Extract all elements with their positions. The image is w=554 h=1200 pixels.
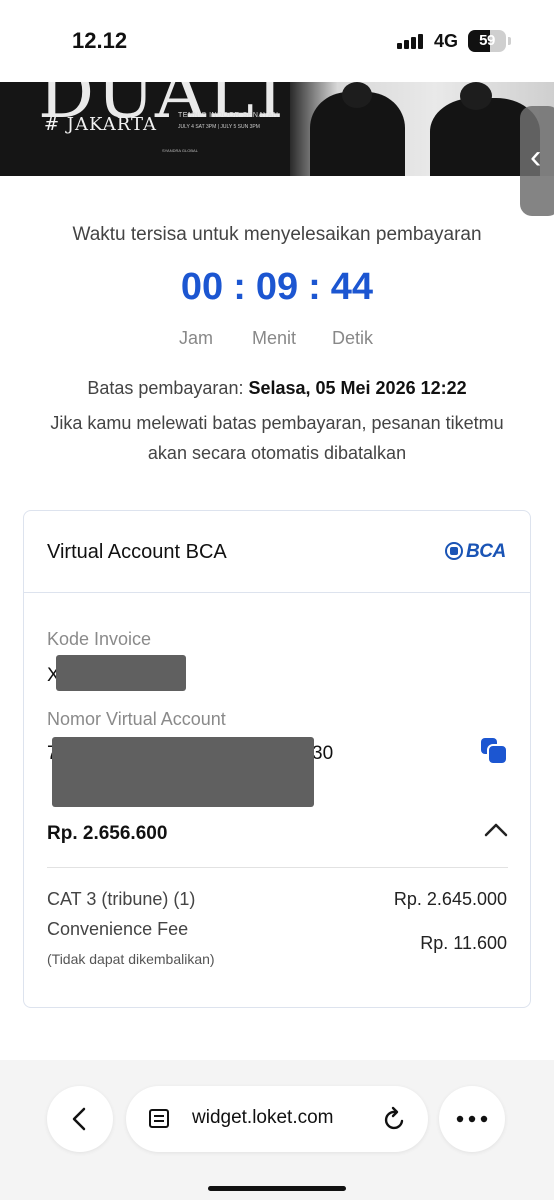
address-bar[interactable]: widget.loket.com [126,1086,428,1152]
home-indicator [208,1186,346,1191]
bca-logo-mark [445,542,463,560]
va-value-end: 30 [312,743,334,764]
countdown-separator: : [308,266,321,308]
chevron-left-icon: ‹ [530,138,542,176]
countdown-separator: : [233,266,246,308]
battery-icon: 59 [468,30,506,52]
fee-label: Convenience Fee [47,919,189,939]
deadline-prefix: Batas pembayaran: [87,378,249,398]
unit-minutes: Menit [252,328,297,348]
non-refundable-note: (Tidak dapat dikembalikan) [47,951,215,967]
banner-dates: JULY 4 SAT 3PM | JULY 5 SUN 3PM [178,124,260,130]
deadline-value: Selasa, 05 Mei 2026 12:22 [248,378,467,398]
banner-venue: TENNIS INDOOR SENAYAN [178,112,279,119]
status-bar: 12.12 4G 59 [0,0,554,82]
redacted-va-number [52,737,314,807]
banner-city: # JAKARTA [44,114,157,135]
va-label: Nomor Virtual Account [47,709,226,729]
payment-card-header: Virtual Account BCA BCA [24,511,530,593]
item-label: CAT 3 (tribune) (1) [47,889,196,909]
signal-icon [397,33,427,49]
fee-amount: Rp. 11.600 [420,933,507,953]
countdown-timer: 00:09:44 [0,266,554,309]
battery-level: 59 [479,32,495,49]
redacted-invoice [56,655,186,691]
battery-tip [508,37,511,45]
payment-card: Virtual Account BCA BCA Kode Invoice X N… [23,510,531,1008]
network-type: 4G [434,31,459,51]
countdown-seconds: 44 [330,266,374,308]
more-options-button[interactable] [439,1086,505,1152]
payment-deadline: Batas pembayaran: Selasa, 05 Mei 2026 12… [0,378,554,399]
back-button[interactable] [47,1086,113,1152]
item-amount: Rp. 2.645.000 [393,889,507,909]
banner-photo [290,82,554,176]
cancellation-warning: Jika kamu melewati batas pembayaran, pes… [50,413,504,463]
unit-hours: Jam [179,328,214,348]
reader-icon[interactable] [148,1108,172,1130]
bca-logo-text: BCA [466,541,506,562]
payment-method-title: Virtual Account BCA [47,541,227,563]
copy-icon[interactable] [480,737,508,765]
status-time: 12.12 [72,28,128,53]
chevron-left-icon [72,1107,86,1131]
invoice-label: Kode Invoice [47,629,152,649]
total-amount: Rp. 2.656.600 [47,823,168,844]
chevron-up-icon[interactable] [483,819,509,839]
unit-seconds: Detik [332,328,374,348]
timer-label: Waktu tersisa untuk menyelesaikan pembay… [72,224,482,245]
url-text: widget.loket.com [192,1107,334,1128]
bca-logo: BCA [445,541,509,563]
event-banner: DUALITY # JAKARTA TENNIS INDOOR SENAYAN … [0,82,554,176]
breakdown-divider [47,867,508,868]
more-icon [456,1115,488,1123]
countdown-hours: 00 [180,266,224,308]
banner-sponsor: SYANDRA GLOBAL [162,148,198,153]
reload-icon[interactable] [382,1105,408,1133]
countdown-minutes: 09 [255,266,299,308]
